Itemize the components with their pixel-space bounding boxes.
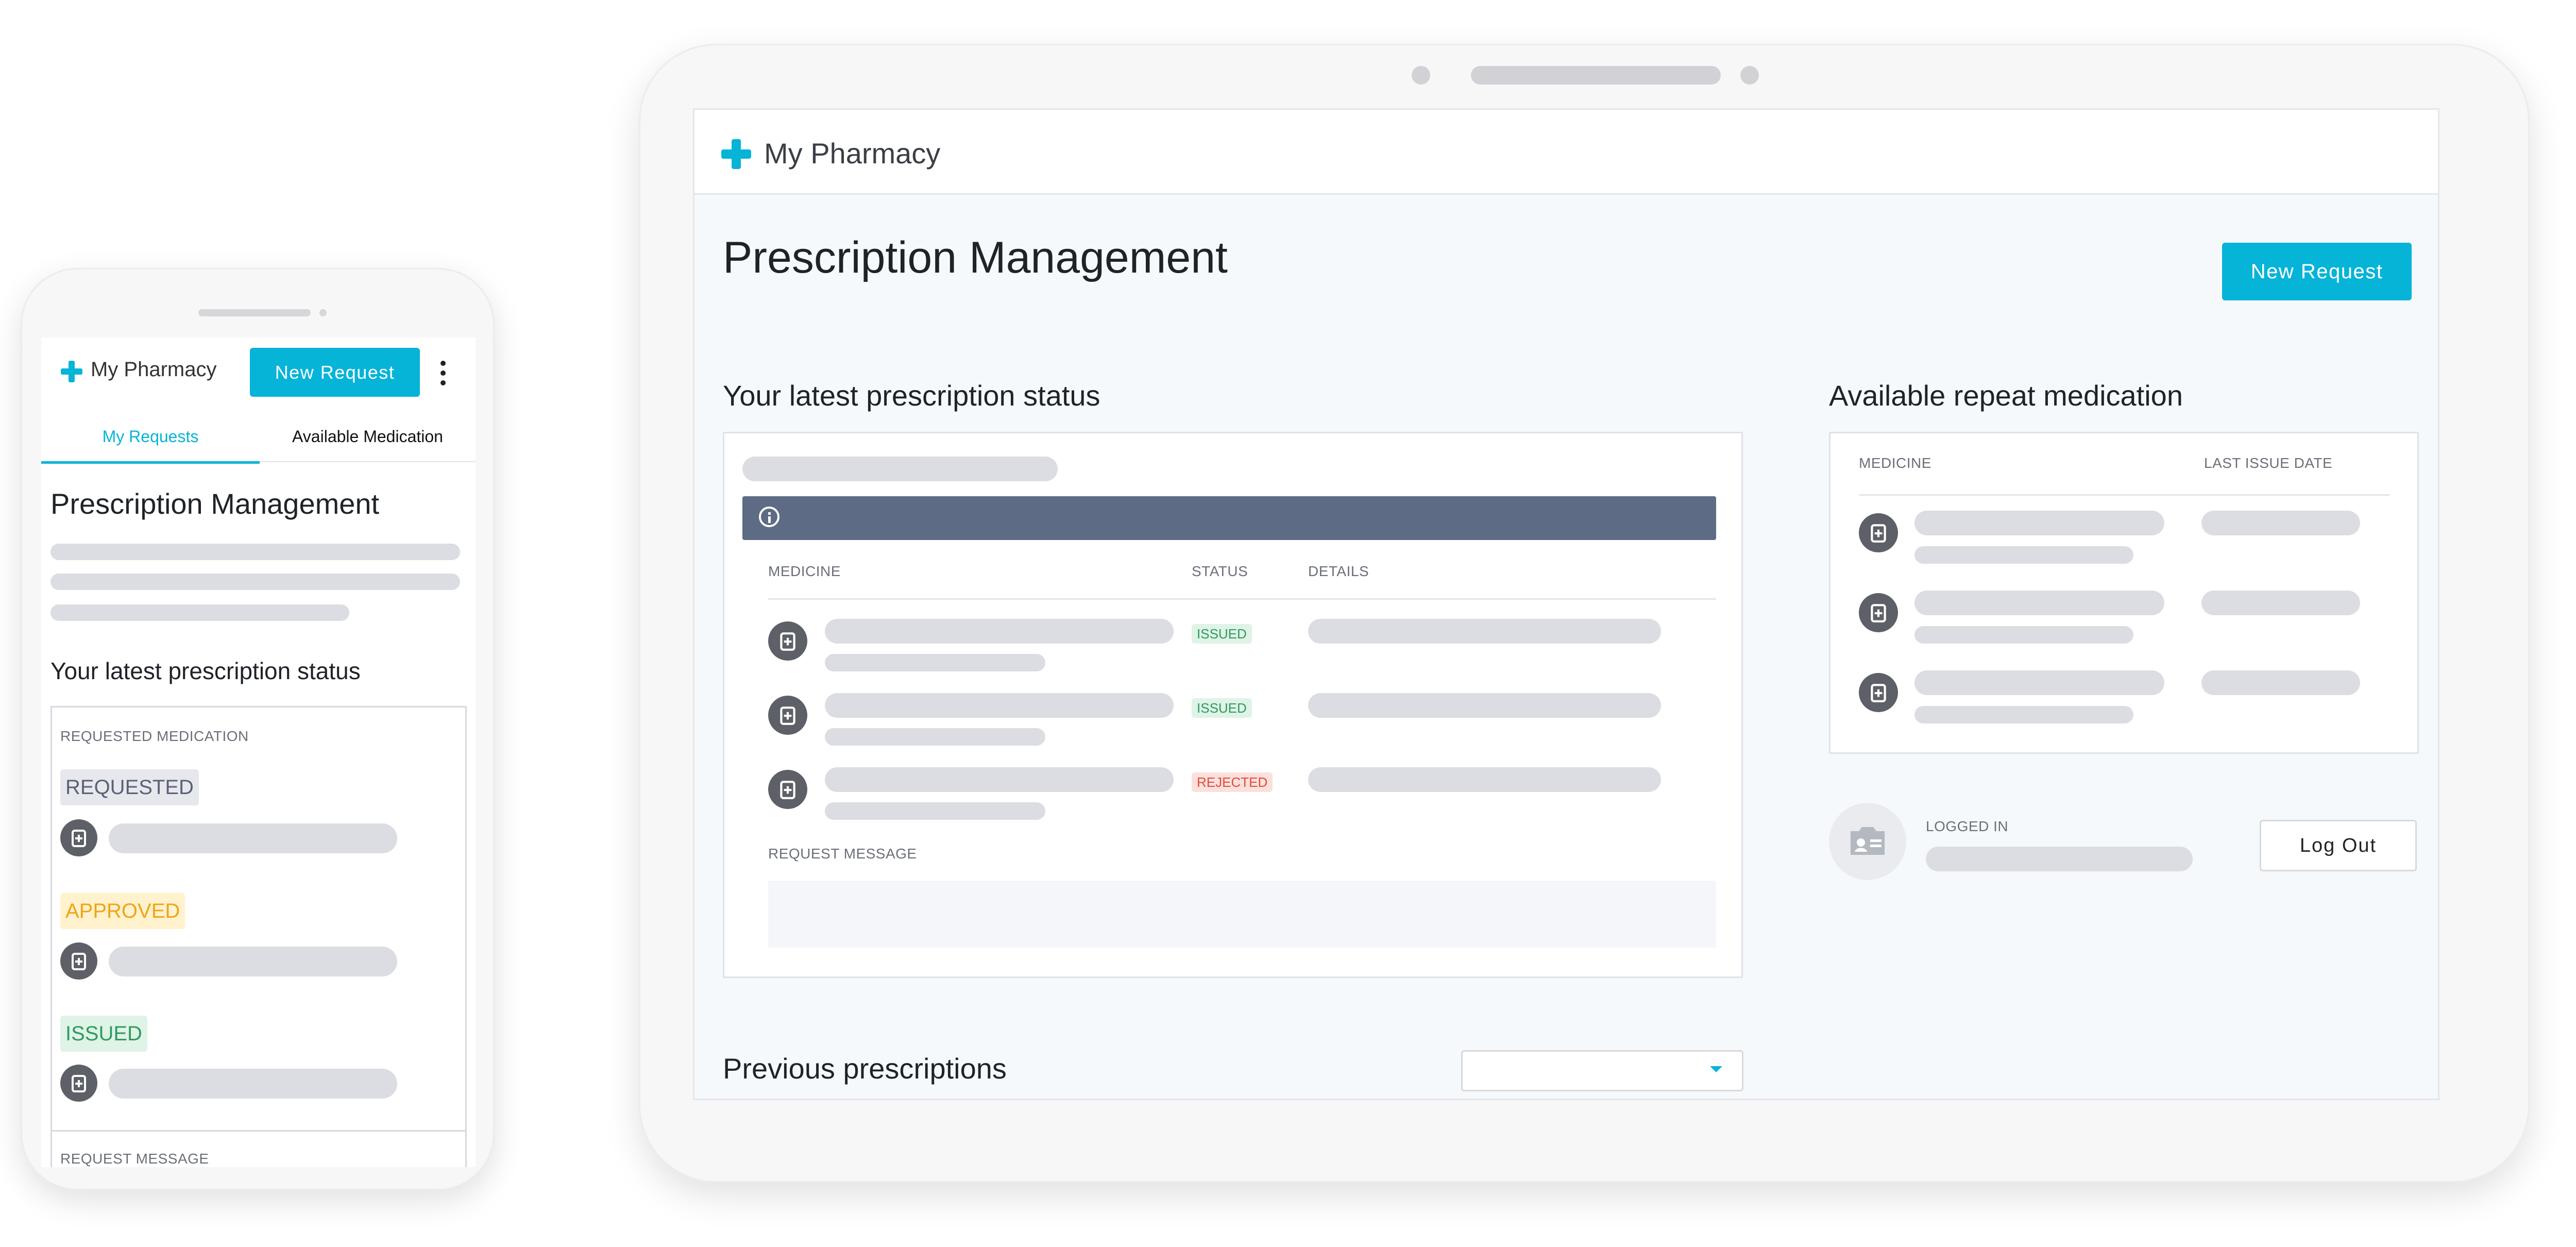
skeleton-line [825,619,1174,644]
info-banner [742,496,1716,540]
medicine-bottle-icon [768,770,807,809]
tablet-speaker [1471,66,1721,85]
medicine-bottle-icon [768,696,807,735]
col-header-status: STATUS [1192,563,1248,579]
skeleton-line [1914,546,2133,564]
skeleton-line [1914,591,2164,615]
info-icon [759,507,779,527]
col-header-medicine: MEDICINE [768,563,841,579]
phone-latest-heading: Your latest prescription status [50,658,361,684]
list-item[interactable] [1831,588,2417,660]
col-header-details: DETAILS [1308,563,1369,579]
divider [52,1130,465,1132]
skeleton-line [1308,619,1661,644]
log-out-button[interactable]: Log Out [2260,820,2417,871]
col-header-medicine: MEDICINE [1859,455,1931,471]
skeleton-line [50,574,460,590]
tablet-page-title: Prescription Management [723,233,1228,282]
tablet-new-request-button[interactable]: New Request [2222,243,2412,300]
logged-in-label: LOGGED IN [1926,818,2009,834]
col-header-last-issue-date: LAST ISSUE DATE [2204,455,2333,471]
request-message-box [768,881,1716,948]
medicine-bottle-icon [60,1065,97,1102]
tablet-header: My Pharmacy [694,110,2438,195]
tablet-camera [1412,66,1430,85]
repeat-medication-card: MEDICINE LAST ISSUE DATE [1829,432,2419,754]
status-badge-issued: ISSUED [60,1016,147,1052]
phone-speaker [198,309,311,316]
phone-screen: My Pharmacy New Request My Requests Avai… [41,338,476,1167]
phone-brand-name: My Pharmacy [91,358,217,381]
brand-plus-icon [721,139,751,169]
medicine-bottle-icon [60,942,97,980]
medicine-bottle-icon [1859,593,1898,632]
user-id-card-icon [1849,826,1887,857]
phone-status-card: REQUESTED MEDICATION REQUESTED APPROVED … [50,706,467,1167]
status-badge-issued: ISSUED [1192,698,1252,718]
tab-available-medication-label: Available Medication [292,427,443,446]
skeleton-line [2201,591,2360,615]
skeleton-line [109,947,397,976]
phone-camera [319,309,327,316]
table-row[interactable]: REJECTED [724,757,1741,829]
skeleton-line [825,802,1045,820]
repeat-medication-heading: Available repeat medication [1829,379,2183,412]
brand-plus-icon [61,361,82,382]
tablet-screen: My Pharmacy Prescription Management New … [693,108,2439,1100]
skeleton-line [1914,706,2133,723]
skeleton-line [1926,847,2193,871]
skeleton-line [1308,693,1661,718]
latest-status-card: MEDICINE STATUS DETAILS ISSUED ISSUED RE… [723,432,1743,978]
skeleton-line [1308,767,1661,792]
table-row[interactable]: ISSUED [724,609,1741,681]
latest-status-heading: Your latest prescription status [723,379,1100,412]
skeleton-line [2201,511,2360,535]
requested-medication-label: REQUESTED MEDICATION [60,728,249,744]
skeleton-line [109,1069,397,1099]
list-item[interactable] [1831,508,2417,580]
previous-prescriptions-heading: Previous prescriptions [723,1052,1007,1085]
kebab-menu-icon[interactable] [438,361,448,385]
skeleton-line [50,604,349,621]
caret-down-icon [1710,1066,1722,1072]
medicine-bottle-icon [1859,513,1898,552]
medicine-bottle-icon [768,621,807,661]
skeleton-line [825,654,1045,671]
status-badge-approved: APPROVED [60,893,185,929]
divider [1859,494,2389,496]
tab-my-requests[interactable]: My Requests [41,415,260,464]
previous-prescriptions-dropdown[interactable] [1461,1050,1743,1091]
phone-new-request-button[interactable]: New Request [250,348,420,397]
status-badge-requested: REQUESTED [60,769,199,805]
skeleton-line [109,823,397,853]
phone-request-message-label: REQUEST MESSAGE [60,1151,209,1167]
skeleton-line [1914,626,2133,644]
skeleton-line [1914,511,2164,535]
skeleton-line [825,728,1045,746]
list-item[interactable] [1831,668,2417,740]
skeleton-line [1914,670,2164,695]
tab-available-medication[interactable]: Available Medication [260,415,476,462]
medicine-bottle-icon [1859,673,1898,712]
user-avatar [1829,803,1906,880]
request-message-label: REQUEST MESSAGE [768,846,917,862]
tab-my-requests-label: My Requests [102,427,199,446]
table-row[interactable]: ISSUED [724,683,1741,755]
divider [768,598,1716,600]
tablet-sensor [1740,66,1759,85]
skeleton-line [2201,670,2360,695]
phone-page-title: Prescription Management [50,487,380,520]
skeleton-line [825,767,1174,792]
status-badge-issued: ISSUED [1192,624,1252,644]
medicine-bottle-icon [60,819,97,856]
status-badge-rejected: REJECTED [1192,772,1273,792]
skeleton-line [50,544,460,560]
skeleton-line [825,693,1174,718]
tablet-brand-name: My Pharmacy [764,137,941,170]
skeleton-line [742,457,1058,481]
